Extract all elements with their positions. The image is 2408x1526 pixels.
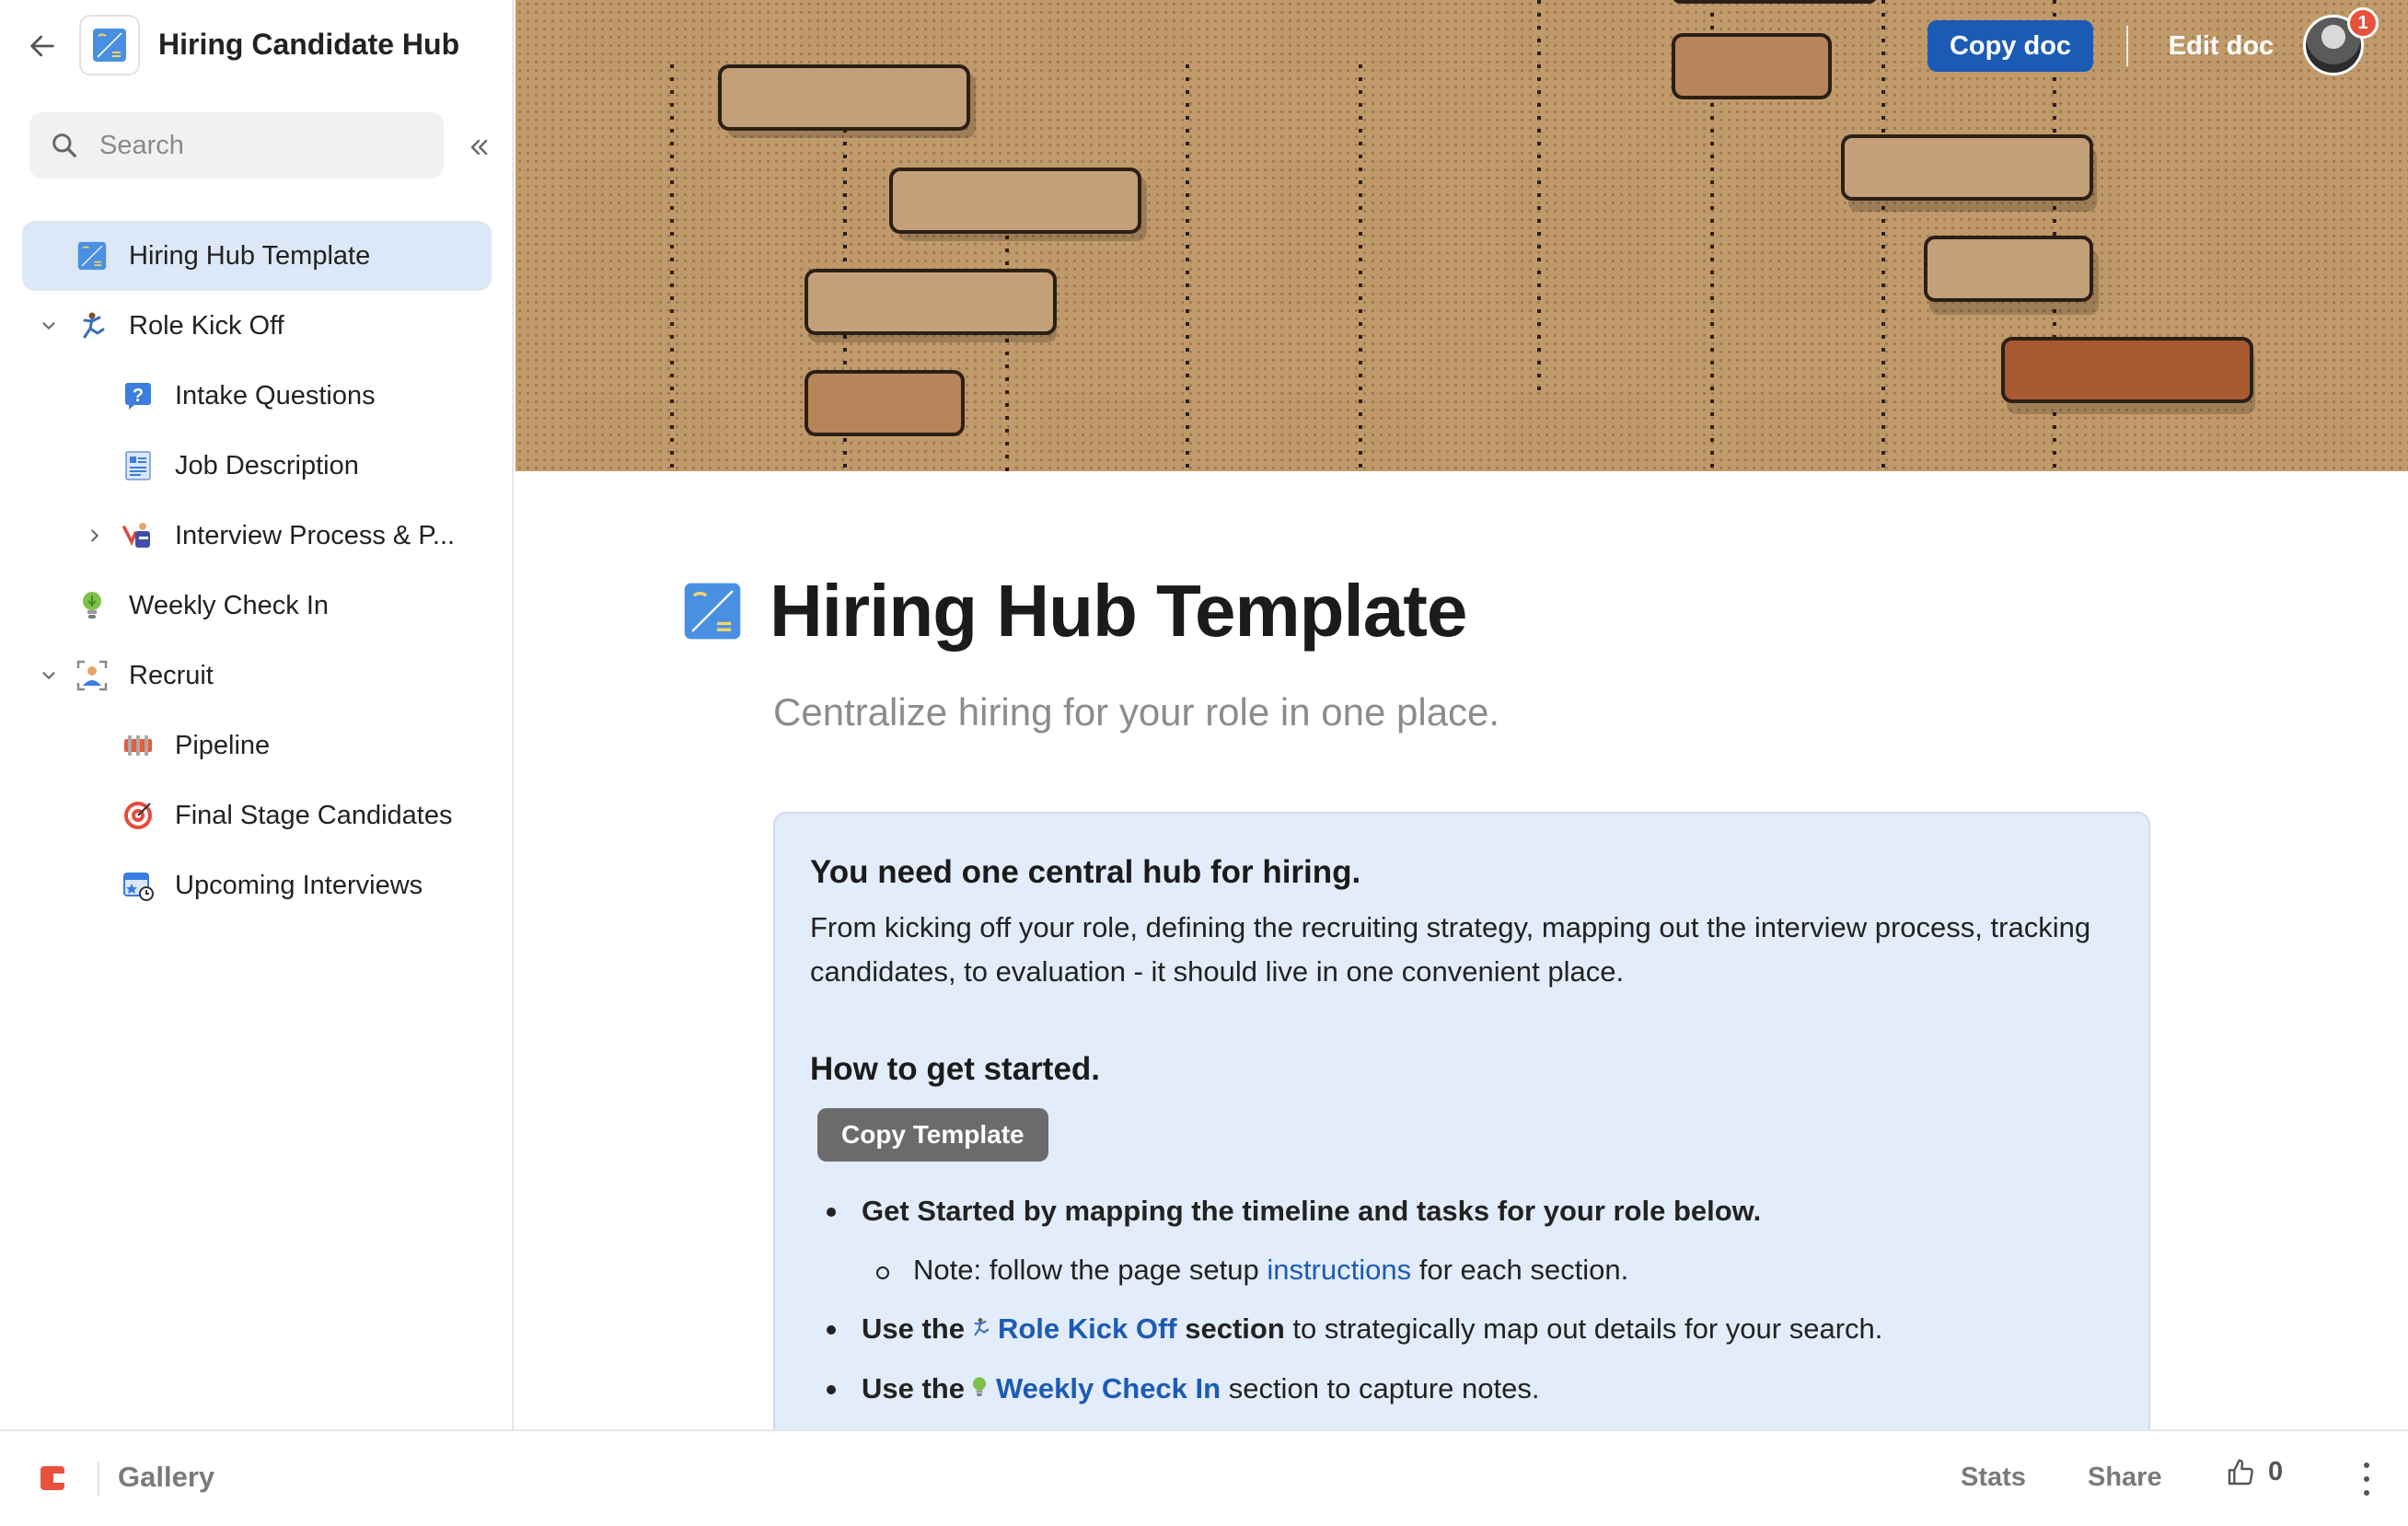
target-icon xyxy=(122,799,155,832)
back-arrow-icon[interactable] xyxy=(24,28,61,64)
sidebar-item-label: Hiring Hub Template xyxy=(129,240,371,271)
document-icon xyxy=(122,449,155,482)
sidebar-item-label: Weekly Check In xyxy=(129,590,330,620)
sidebar: Hiring Candidate Hub Hiring Hub Template… xyxy=(0,0,514,1429)
page-list: Hiring Hub Template Role Kick Off ? Inta… xyxy=(22,221,492,920)
sidebar-item-intake-questions[interactable]: ? Intake Questions xyxy=(22,361,492,431)
notification-badge[interactable]: 1 xyxy=(2347,7,2379,39)
lightbulb-icon xyxy=(970,1360,989,1419)
more-options-icon[interactable] xyxy=(2353,1459,2380,1499)
sidebar-item-label: Interview Process & P... xyxy=(175,520,456,550)
header-divider xyxy=(2126,26,2128,66)
sidebar-item-label: Upcoming Interviews xyxy=(175,870,423,900)
sidebar-item-label: Role Kick Off xyxy=(129,310,284,341)
copy-doc-button[interactable]: Copy doc xyxy=(1928,20,2093,72)
sidebar-item-label: Pipeline xyxy=(175,730,271,760)
instructions-link[interactable]: instructions xyxy=(1267,1254,1411,1286)
share-button[interactable]: Share xyxy=(2088,1462,2162,1493)
sidebar-item-job-description[interactable]: Job Description xyxy=(22,431,492,501)
list-item-text: Get Started by mapping the timeline and … xyxy=(862,1195,1762,1227)
edit-doc-button[interactable]: Edit doc xyxy=(2161,20,2281,72)
getting-started-heading: How to get started. xyxy=(810,1051,1101,1087)
note-suffix: for each section. xyxy=(1411,1254,1629,1286)
question-icon: ? xyxy=(122,379,155,412)
search-input[interactable] xyxy=(99,130,403,161)
copy-template-button[interactable]: Copy Template xyxy=(817,1108,1048,1162)
sidebar-item-weekly-check-in[interactable]: Weekly Check In xyxy=(22,571,492,641)
sidebar-item-label: Recruit xyxy=(129,660,214,690)
list-item-suffix: to strategically map out details for you… xyxy=(1284,1312,1883,1345)
sidebar-item-pipeline[interactable]: Pipeline xyxy=(22,711,492,780)
intro-callout: You need one central hub for hiring. Fro… xyxy=(773,812,2150,1429)
list-item: Note: follow the page setup instructions… xyxy=(810,1241,2113,1300)
sidebar-item-hiring-hub-template[interactable]: Hiring Hub Template xyxy=(22,221,492,291)
sidebar-item-label: Intake Questions xyxy=(175,380,376,410)
main-content: Copy doc Edit doc 1 Hiring Hub Template … xyxy=(515,0,2408,1429)
pipeline-icon xyxy=(122,729,155,762)
coda-logo-icon[interactable] xyxy=(41,1466,64,1490)
page-title: Hiring Hub Template xyxy=(770,570,1467,652)
person-frame-icon xyxy=(75,659,109,692)
sidebar-header: Hiring Candidate Hub xyxy=(0,0,512,92)
sidebar-item-final-stage-candidates[interactable]: Final Stage Candidates xyxy=(22,780,492,850)
list-item-bold: section xyxy=(1185,1312,1285,1345)
calendar-clock-icon xyxy=(122,869,155,902)
chevron-down-icon[interactable] xyxy=(35,662,63,689)
callout-body: From kicking off your role, defining the… xyxy=(810,911,2091,988)
instructions-list: Get Started by mapping the timeline and … xyxy=(810,1182,2113,1419)
sidebar-item-label: Job Description xyxy=(175,450,359,480)
sidebar-item-upcoming-interviews[interactable]: Upcoming Interviews xyxy=(22,850,492,920)
sidebar-item-label: Final Stage Candidates xyxy=(175,800,453,830)
interview-icon xyxy=(122,519,155,552)
list-item-prefix: Use the xyxy=(862,1372,965,1405)
weekly-check-in-link[interactable]: Weekly Check In xyxy=(996,1372,1221,1405)
thumbs-up-icon xyxy=(2228,1458,2253,1485)
search-icon xyxy=(52,133,76,157)
doc-logo[interactable] xyxy=(79,15,140,75)
footer-bar: Gallery Stats Share 0 xyxy=(0,1429,2408,1526)
sidebar-item-interview-process[interactable]: Interview Process & P... xyxy=(22,501,492,571)
list-item-suffix: section to capture notes. xyxy=(1221,1372,1540,1405)
blueprint-icon xyxy=(93,29,126,62)
collapse-sidebar-icon[interactable] xyxy=(460,129,497,166)
list-item: Get Started by mapping the timeline and … xyxy=(810,1182,2113,1241)
like-count: 0 xyxy=(2268,1457,2284,1486)
blueprint-icon xyxy=(684,583,741,640)
svg-text:?: ? xyxy=(133,386,144,406)
callout-heading: You need one central hub for hiring. xyxy=(810,854,1361,890)
page-subtitle: Centralize hiring for your role in one p… xyxy=(773,690,1500,734)
sidebar-item-recruit[interactable]: Recruit xyxy=(22,641,492,711)
kicking-person-icon xyxy=(970,1301,990,1359)
like-button[interactable]: 0 xyxy=(2226,1457,2283,1487)
sidebar-item-role-kick-off[interactable]: Role Kick Off xyxy=(22,291,492,361)
cover-image xyxy=(515,0,2408,471)
doc-title[interactable]: Hiring Candidate Hub xyxy=(158,28,459,62)
list-item-prefix: Use the xyxy=(862,1312,965,1345)
kicking-person-icon xyxy=(75,309,109,342)
footer-divider xyxy=(98,1462,99,1496)
gallery-link[interactable]: Gallery xyxy=(118,1461,214,1494)
chevron-right-icon[interactable] xyxy=(81,522,109,549)
blueprint-icon xyxy=(75,239,109,272)
role-kick-off-link[interactable]: Role Kick Off xyxy=(998,1312,1177,1345)
page-header: Hiring Hub Template xyxy=(683,569,1467,653)
list-item: Use the Weekly Check In section to captur… xyxy=(810,1359,2113,1419)
stats-button[interactable]: Stats xyxy=(1961,1462,2026,1493)
search-box[interactable] xyxy=(29,112,444,179)
list-item: Use the Role Kick Off section to strategi… xyxy=(810,1300,2113,1359)
chevron-down-icon[interactable] xyxy=(35,312,63,340)
note-prefix: Note: follow the page setup xyxy=(913,1254,1268,1286)
lightbulb-icon xyxy=(75,589,109,622)
gantt-illustration xyxy=(670,0,2255,471)
